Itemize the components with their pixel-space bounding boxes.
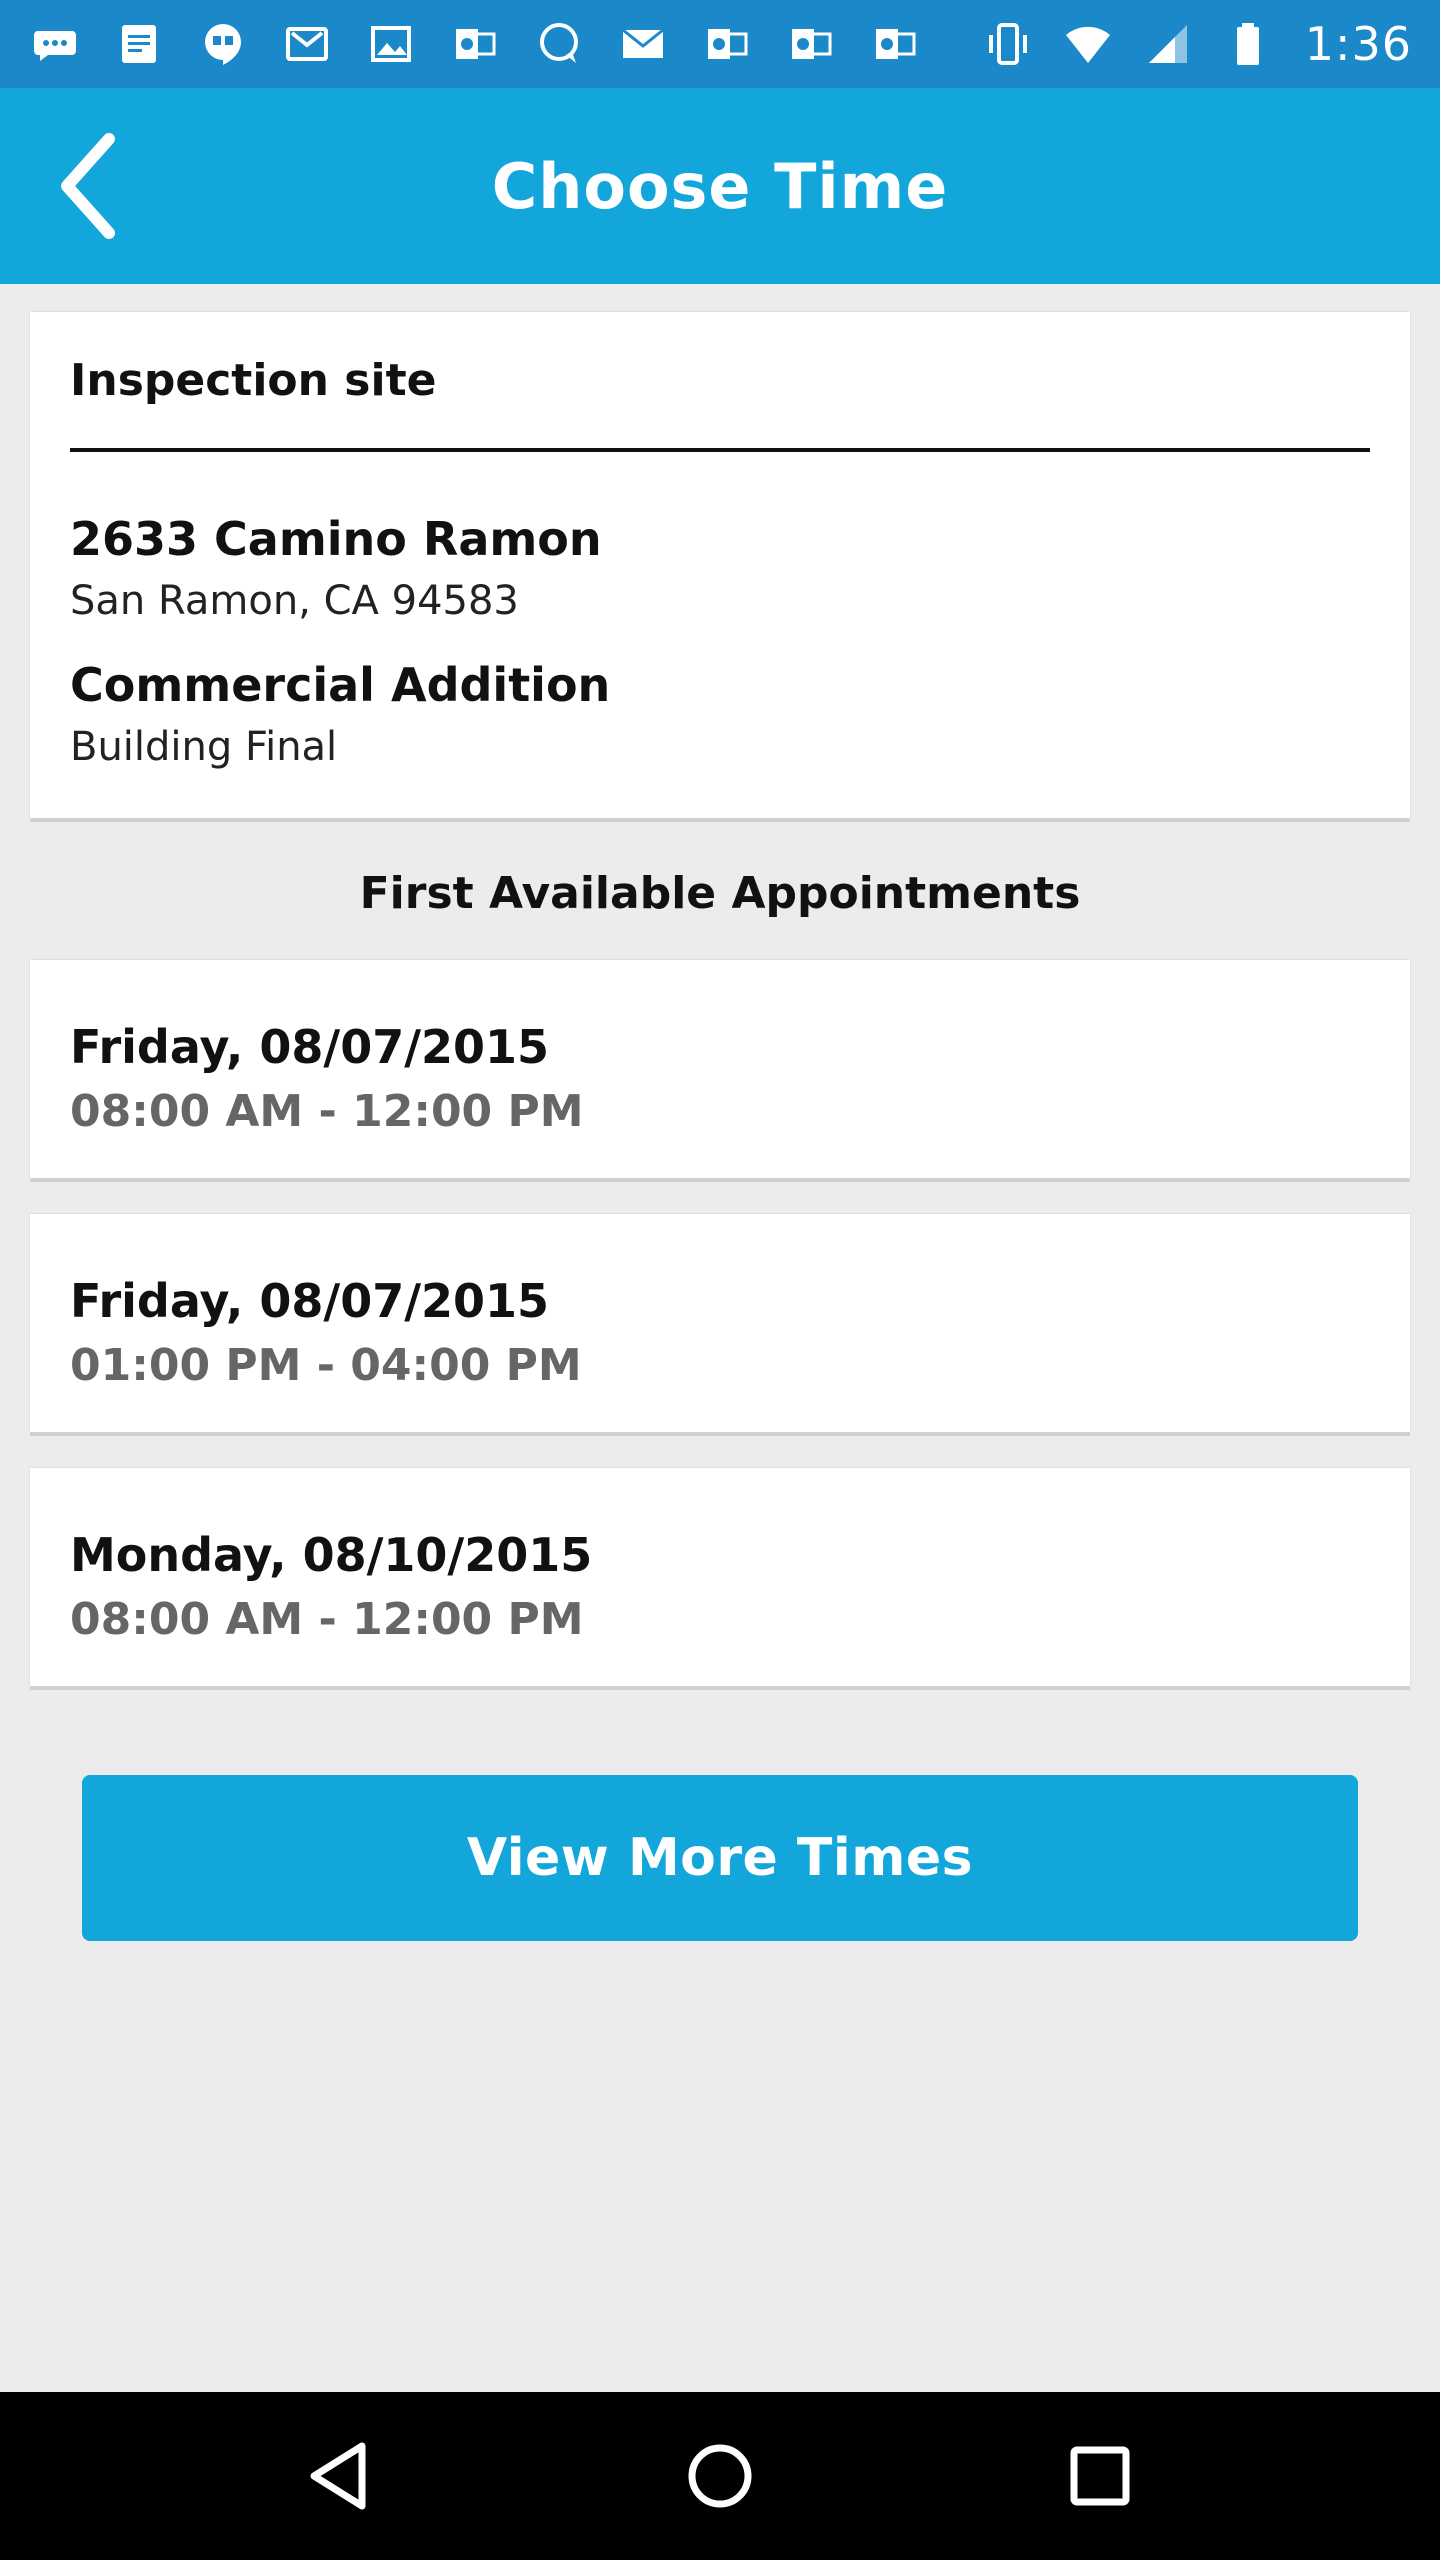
hangouts-icon	[200, 21, 246, 67]
permit-type: Commercial Addition	[70, 658, 611, 712]
battery-icon	[1225, 21, 1271, 67]
inspection-site-header: Inspection site	[70, 312, 1370, 452]
nav-home-button[interactable]	[660, 2416, 780, 2536]
signal-icon	[1145, 21, 1191, 67]
messenger-icon	[536, 21, 582, 67]
system-nav-bar	[0, 2392, 1440, 2560]
appointment-card[interactable]: Monday, 08/10/2015 08:00 AM - 12:00 PM	[30, 1468, 1410, 1686]
outlook-icon	[872, 21, 918, 67]
notification-icons	[32, 21, 918, 67]
gmail-icon	[284, 21, 330, 67]
nav-recents-button[interactable]	[1040, 2416, 1160, 2536]
system-icons: 1:36	[985, 17, 1412, 71]
chat-bubble-icon	[32, 21, 78, 67]
appointment-time: 08:00 AM - 12:00 PM	[70, 1086, 584, 1137]
appointment-date: Friday, 08/07/2015	[70, 1020, 550, 1074]
appointment-card[interactable]: Friday, 08/07/2015 08:00 AM - 12:00 PM	[30, 960, 1410, 1178]
appointment-date: Friday, 08/07/2015	[70, 1274, 550, 1328]
photos-icon	[368, 21, 414, 67]
docs-icon	[116, 21, 162, 67]
wifi-icon	[1065, 21, 1111, 67]
outlook-icon	[704, 21, 750, 67]
chevron-left-icon	[61, 133, 115, 239]
appointment-card[interactable]: Friday, 08/07/2015 01:00 PM - 04:00 PM	[30, 1214, 1410, 1432]
address-line1: 2633 Camino Ramon	[70, 512, 602, 566]
outlook-icon	[788, 21, 834, 67]
status-bar: 1:36	[0, 0, 1440, 88]
page-title: Choose Time	[491, 149, 949, 223]
appointment-time: 01:00 PM - 04:00 PM	[70, 1340, 582, 1391]
status-clock: 1:36	[1304, 17, 1412, 71]
vibrate-icon	[985, 21, 1031, 67]
app-bar: Choose Time	[0, 88, 1440, 284]
nav-recents-icon	[1070, 2446, 1130, 2506]
inspection-type: Building Final	[70, 724, 338, 770]
appointments-section-title: First Available Appointments	[359, 868, 1081, 919]
nav-back-button[interactable]	[280, 2416, 400, 2536]
email-icon	[620, 21, 666, 67]
appointment-date: Monday, 08/10/2015	[70, 1528, 593, 1582]
inspection-site-card: Inspection site 2633 Camino Ramon San Ra…	[30, 312, 1410, 818]
outlook-icon	[452, 21, 498, 67]
nav-home-icon	[688, 2444, 752, 2508]
nav-back-icon	[310, 2442, 366, 2510]
back-button[interactable]	[40, 128, 140, 244]
address-line2: San Ramon, CA 94583	[70, 578, 519, 624]
appointment-time: 08:00 AM - 12:00 PM	[70, 1594, 584, 1645]
view-more-times-button[interactable]: View More Times	[82, 1775, 1358, 1941]
